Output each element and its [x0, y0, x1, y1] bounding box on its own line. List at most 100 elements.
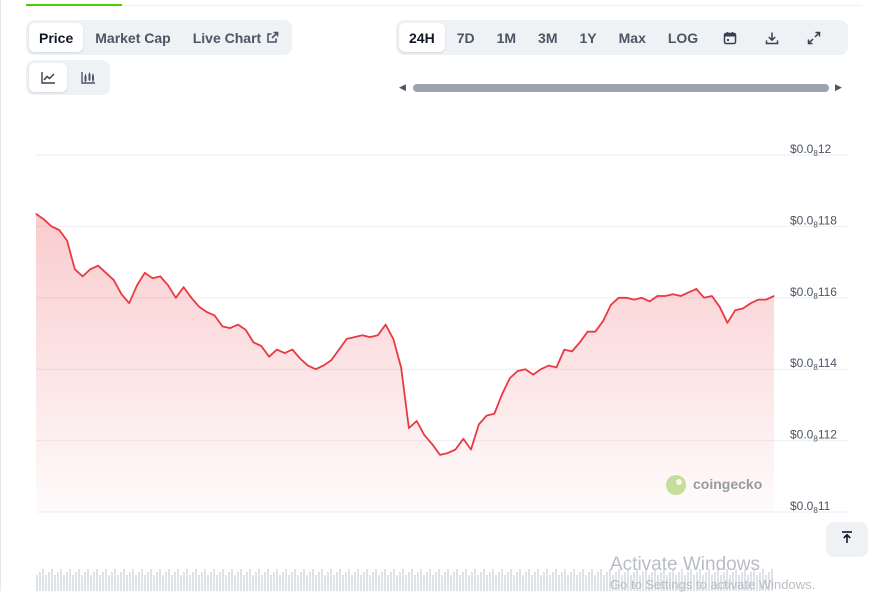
price-point	[610, 304, 612, 306]
volume-bar	[462, 572, 464, 591]
volume-bar	[285, 569, 287, 591]
volume-bar	[555, 569, 557, 591]
volume-bar	[69, 569, 71, 591]
price-point	[509, 377, 511, 379]
volume-bar	[504, 575, 506, 591]
volume-bar	[378, 575, 380, 591]
volume-bar	[120, 572, 122, 591]
price-point	[649, 300, 651, 302]
price-point	[672, 293, 674, 295]
price-point	[97, 265, 99, 267]
volume-bar	[270, 575, 272, 591]
price-point	[190, 297, 192, 299]
y-axis-ticks: $0.0812 $0.08118 $0.08116 $0.08114 $0.08112 $…	[790, 142, 837, 515]
volume-bar	[210, 572, 212, 591]
volume-bar	[561, 572, 563, 591]
volume-bar	[168, 569, 170, 591]
price-point	[252, 341, 255, 344]
price-point	[307, 365, 309, 367]
price-point	[757, 298, 760, 301]
volume-bar	[552, 572, 554, 591]
price-point	[175, 297, 177, 299]
volume-bar	[327, 572, 329, 591]
volume-bar	[111, 572, 113, 591]
volume-bar	[174, 572, 176, 591]
volume-bar	[474, 569, 476, 591]
volume-bar	[159, 569, 161, 591]
volume-bar	[537, 569, 539, 591]
volume-bar	[276, 569, 278, 591]
volume-bar	[363, 572, 365, 591]
volume-bar	[492, 569, 494, 591]
y-tick-label: $0.08114	[790, 356, 837, 372]
price-point	[206, 311, 208, 313]
price-point	[43, 218, 45, 220]
volume-bar	[444, 572, 446, 591]
volume-bar	[351, 575, 353, 591]
volume-bar	[126, 575, 128, 591]
price-point	[742, 307, 744, 310]
volume-bar	[300, 572, 302, 591]
price-point	[221, 325, 224, 327]
price-point	[159, 275, 161, 277]
back-to-top-button[interactable]	[826, 522, 868, 557]
price-point	[346, 338, 348, 340]
volume-bar	[420, 569, 422, 591]
volume-bar	[99, 575, 101, 591]
volume-bar	[54, 575, 56, 591]
price-point	[416, 420, 418, 422]
coingecko-logo-icon	[666, 475, 686, 495]
activate-windows-title: Activate Windows	[610, 554, 760, 575]
volume-bar	[516, 572, 518, 591]
volume-bar	[450, 575, 452, 591]
price-point	[517, 370, 519, 372]
price-point	[183, 286, 185, 288]
volume-bar	[522, 575, 524, 591]
price-point	[167, 284, 169, 286]
volume-bar	[456, 569, 458, 591]
price-point	[315, 368, 317, 370]
price-point	[687, 291, 690, 294]
volume-bar	[414, 575, 416, 591]
price-point	[734, 309, 736, 311]
volume-bar	[252, 575, 254, 591]
volume-bar	[36, 575, 38, 591]
volume-bar	[426, 572, 428, 591]
volume-bar	[429, 569, 431, 591]
volume-bar	[123, 569, 125, 591]
price-point	[392, 338, 394, 340]
price-chart[interactable]: $0.0812 $0.08118 $0.08116 $0.08114 $0.08112 $…	[0, 0, 892, 591]
volume-bar	[585, 575, 587, 591]
volume-bar	[288, 575, 290, 591]
volume-bar	[345, 572, 347, 591]
volume-bar	[528, 569, 530, 591]
volume-bar	[147, 572, 149, 591]
price-point	[501, 393, 503, 395]
volume-bar	[306, 575, 308, 591]
volume-bar	[198, 575, 200, 591]
price-point	[680, 295, 682, 297]
volume-bar	[579, 572, 581, 591]
price-point	[35, 213, 37, 215]
volume-bar	[594, 575, 596, 591]
volume-bar	[150, 569, 152, 591]
volume-bar	[51, 569, 53, 591]
volume-bar	[75, 572, 77, 591]
volume-bar	[540, 575, 542, 591]
volume-bar	[390, 572, 392, 591]
price-point	[198, 306, 200, 308]
volume-bar	[108, 575, 110, 591]
volume-bar	[597, 572, 599, 591]
price-point	[299, 357, 301, 360]
volume-bar	[201, 572, 203, 591]
price-area	[36, 213, 774, 512]
volume-bar	[261, 575, 263, 591]
price-point	[291, 348, 293, 351]
volume-bar	[240, 569, 242, 591]
volume-bar	[495, 575, 497, 591]
price-point	[74, 268, 76, 270]
price-point	[214, 315, 216, 317]
volume-bar	[402, 569, 404, 591]
price-point	[50, 225, 53, 227]
volume-bar	[447, 569, 449, 591]
